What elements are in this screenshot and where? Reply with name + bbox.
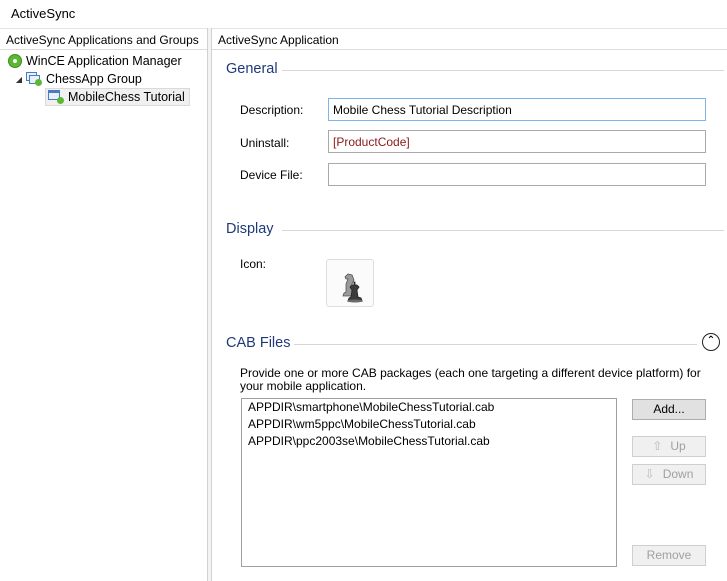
device-file-field[interactable] — [328, 163, 706, 186]
list-item[interactable]: APPDIR\ppc2003se\MobileChessTutorial.cab — [242, 433, 616, 450]
arrow-up-icon: ⇧ — [652, 439, 663, 453]
description-field[interactable] — [328, 98, 706, 121]
general-section-rule — [282, 70, 724, 71]
application-icon-picker[interactable] — [326, 259, 374, 307]
down-button-label: Down — [662, 467, 694, 481]
cab-files-list[interactable]: APPDIR\smartphone\MobileChessTutorial.ca… — [241, 398, 617, 567]
description-label: Description: — [240, 103, 304, 117]
application-icon — [48, 90, 64, 104]
collapse-section-button[interactable]: ⌃ — [702, 333, 720, 351]
uninstall-label: Uninstall: — [240, 136, 290, 150]
tree-item-label: MobileChess Tutorial — [68, 90, 185, 104]
display-section-rule — [282, 230, 724, 231]
device-file-label: Device File: — [240, 168, 303, 182]
chess-pieces-icon — [342, 273, 363, 303]
right-pane-header: ActiveSync Application — [212, 28, 727, 50]
arrow-down-icon: ⇩ — [644, 467, 655, 481]
list-item[interactable]: APPDIR\wm5ppc\MobileChessTutorial.cab — [242, 416, 616, 433]
left-pane-header: ActiveSync Applications and Groups — [0, 28, 207, 50]
down-button[interactable]: ⇩ Down — [632, 464, 706, 485]
tree-item-mobilechess-tutorial[interactable]: MobileChess Tutorial — [45, 88, 190, 106]
uninstall-field[interactable] — [328, 130, 706, 153]
cab-files-section-title: CAB Files — [226, 335, 295, 351]
application-manager-icon — [8, 54, 22, 68]
up-button-label: Up — [670, 439, 686, 453]
tree-item-chessapp-group[interactable]: ◢ ChessApp Group — [14, 70, 142, 88]
up-button[interactable]: ⇧ Up — [632, 436, 706, 457]
display-section-title: Display — [226, 221, 278, 237]
group-icon — [26, 72, 42, 86]
remove-button[interactable]: Remove — [632, 545, 706, 566]
applications-tree-pane: ActiveSync Applications and Groups WinCE… — [0, 28, 208, 581]
title-bar: ActiveSync — [0, 0, 727, 28]
tree-item-label: ChessApp Group — [46, 72, 142, 86]
icon-label: Icon: — [240, 257, 267, 271]
cab-files-description: Provide one or more CAB packages (each o… — [240, 366, 701, 393]
list-item[interactable]: APPDIR\smartphone\MobileChessTutorial.ca… — [242, 399, 616, 416]
add-button[interactable]: Add... — [632, 399, 706, 420]
window-title: ActiveSync — [11, 6, 76, 21]
tree-item-wince-application-manager[interactable]: WinCE Application Manager — [8, 52, 182, 70]
general-section-title: General — [226, 61, 282, 77]
expander-icon[interactable]: ◢ — [14, 75, 24, 84]
cab-files-section-rule — [292, 344, 697, 345]
application-properties-pane: ActiveSync Application General Descripti… — [211, 28, 727, 581]
tree-item-label: WinCE Application Manager — [26, 54, 182, 68]
